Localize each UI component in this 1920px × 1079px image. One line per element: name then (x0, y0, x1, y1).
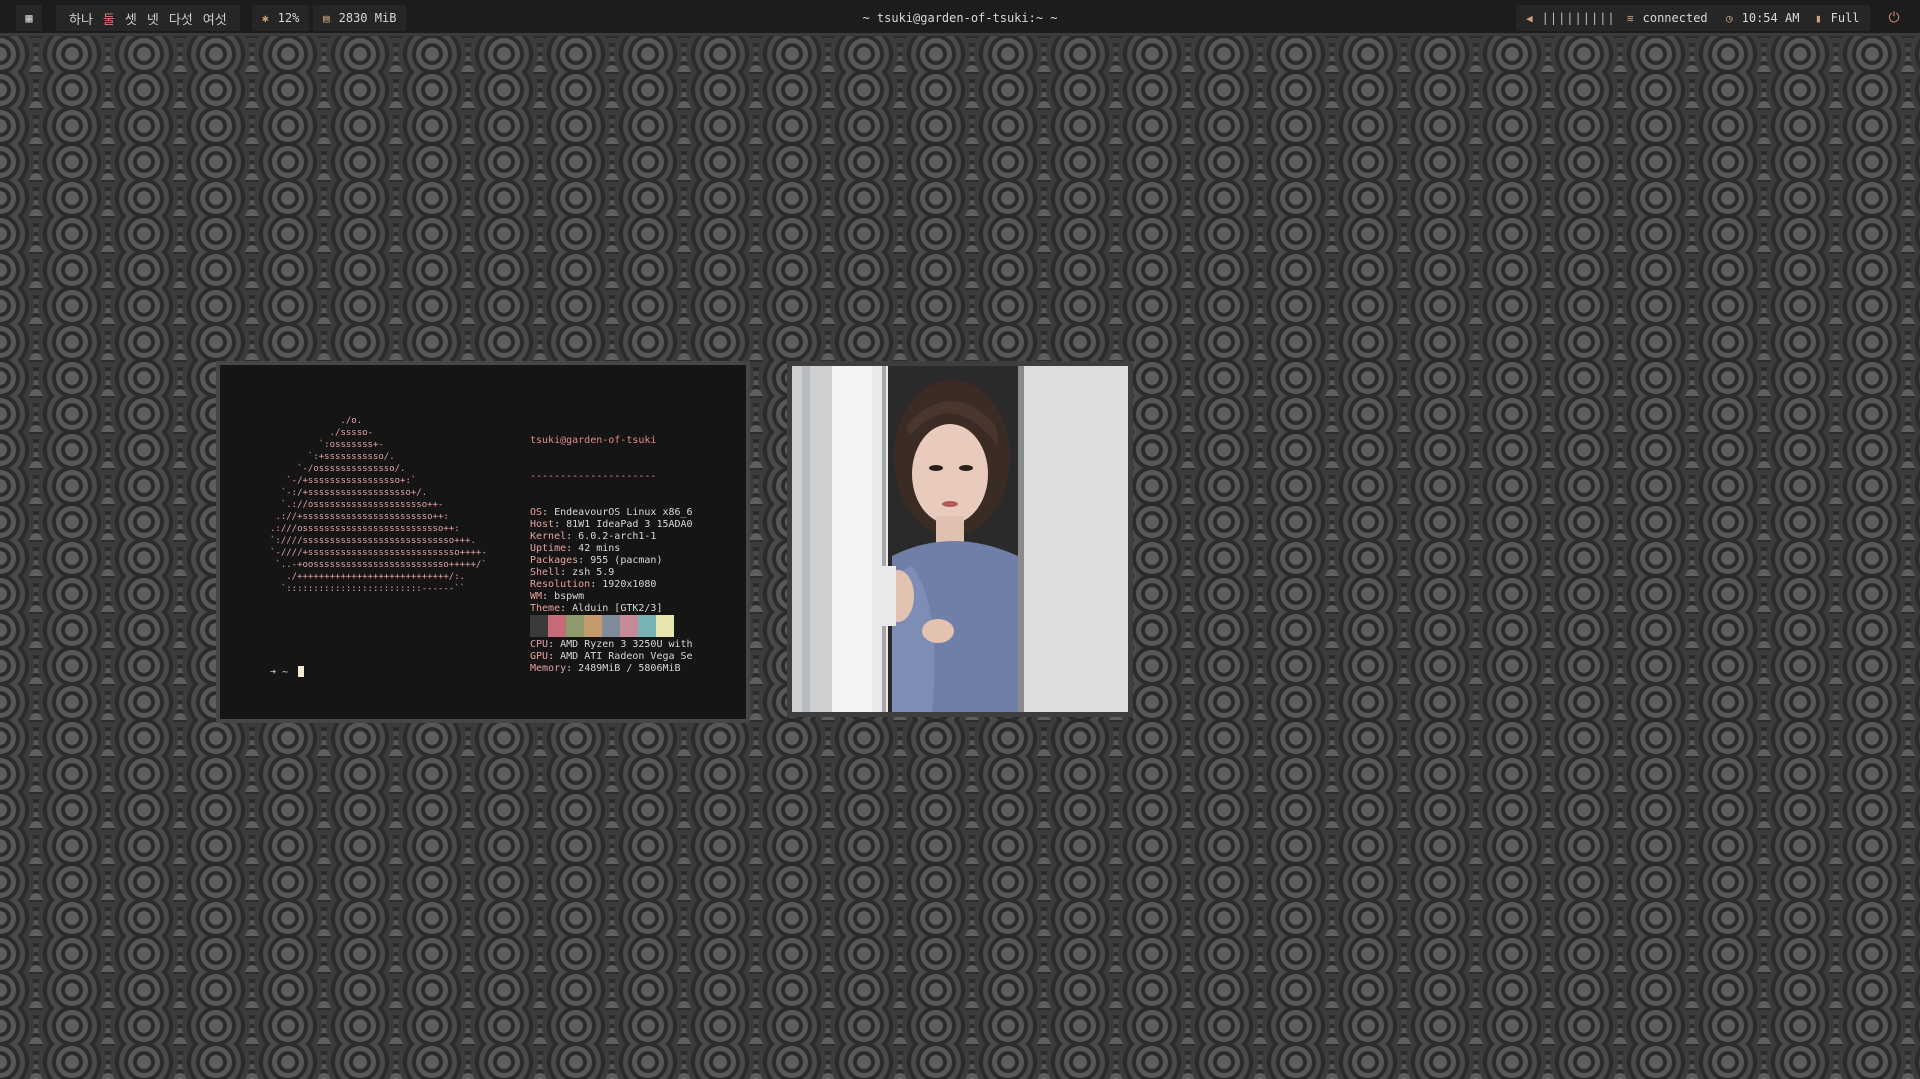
info-row: Memory: 2489MiB / 5806MiB (530, 663, 681, 674)
info-key: Kernel (530, 531, 567, 542)
wifi-icon: ≋ (1627, 11, 1634, 25)
info-separator: --------------------- (530, 471, 657, 482)
battery-status: Full (1830, 11, 1860, 25)
info-row: OS: EndeavourOS Linux x86_6 (530, 507, 693, 518)
prompt-dir: ~ (282, 667, 289, 678)
info-value: 2489MiB / 5806MiB (578, 663, 681, 674)
palette-swatch (584, 615, 602, 637)
volume-bars: |||||||||| (1541, 11, 1624, 25)
palette-swatch (638, 615, 656, 637)
clock-module[interactable]: ◷ 10:54 AM (1716, 5, 1810, 31)
info-rows: OS: EndeavourOS Linux x86_6 Host: 81W1 Id… (530, 507, 693, 675)
memory-icon: ▤ (323, 11, 330, 25)
photo (792, 366, 1128, 712)
workspace-switcher: 하나 둘 셋 넷 다섯 여섯 (56, 5, 240, 31)
info-row: GPU: AMD ATI Radeon Vega Se (530, 651, 693, 662)
info-key: CPU (530, 639, 549, 650)
desktop: ▦ 하나 둘 셋 넷 다섯 여섯 ✱ 12% ▤ 2830 MiB ~ tsuk… (0, 0, 1920, 1079)
info-row: Resolution: 1920x1080 (530, 579, 657, 590)
clock-time: 10:54 AM (1741, 11, 1800, 25)
info-row: Uptime: 42 mins (530, 543, 621, 554)
info-key: GPU (530, 651, 549, 662)
window-title: ~ tsuki@garden-of-tsuki:~ ~ (862, 11, 1058, 25)
cpu-module: ✱ 12% (252, 5, 310, 31)
workspace-6[interactable]: 여섯 (203, 9, 227, 28)
palette-swatch (530, 615, 548, 637)
workspace-3[interactable]: 셋 (125, 9, 137, 28)
cpu-value: 12% (277, 11, 300, 25)
memory-module: ▤ 2830 MiB (313, 5, 407, 31)
shell-prompt[interactable]: ➜ ~ (270, 666, 305, 679)
info-value: 955 (pacman) (590, 555, 663, 566)
info-value: EndeavourOS Linux x86_6 (554, 507, 693, 518)
network-status: connected (1642, 11, 1708, 25)
neofetch-info: tsuki@garden-of-tsuki ------------------… (530, 411, 693, 699)
info-key: Resolution (530, 579, 591, 590)
workspace-5[interactable]: 다섯 (169, 9, 193, 28)
image-viewer-window[interactable] (787, 361, 1133, 717)
info-key: WM (530, 591, 543, 602)
info-key: Host (530, 519, 555, 530)
status-bar: ▦ 하나 둘 셋 넷 다섯 여섯 ✱ 12% ▤ 2830 MiB ~ tsuk… (0, 0, 1920, 36)
info-row: Packages: 955 (pacman) (530, 555, 663, 566)
volume-icon: ◀ (1526, 11, 1533, 25)
grid-icon: ▦ (25, 11, 33, 25)
info-row: Kernel: 6.0.2-arch1-1 (530, 531, 657, 542)
terminal-window[interactable]: ./o. ./sssso- `:osssssss+- `:+ssssssssss… (216, 361, 750, 723)
workspace-4[interactable]: 넷 (147, 9, 159, 28)
info-value: 81W1 IdeaPad 3 15ADA0 (566, 519, 693, 530)
info-key: Shell (530, 567, 561, 578)
memory-value: 2830 MiB (338, 11, 397, 25)
app-launcher-button[interactable]: ▦ (16, 5, 42, 31)
info-value: 42 mins (578, 543, 621, 554)
info-key: Theme (530, 603, 561, 614)
power-button[interactable]: ⏻ (1880, 5, 1908, 31)
info-value: Alduin [GTK2/3] (572, 603, 663, 614)
network-module[interactable]: ≋ connected (1617, 5, 1718, 31)
palette-swatch (548, 615, 566, 637)
palette-swatch (602, 615, 620, 637)
power-icon: ⏻ (1888, 10, 1900, 26)
clock-icon: ◷ (1726, 11, 1733, 25)
info-key: OS (530, 507, 543, 518)
info-value: bspwm (554, 591, 585, 602)
prompt-arrow: ➜ (270, 667, 277, 678)
palette-swatch (656, 615, 674, 637)
cpu-icon: ✱ (262, 11, 269, 25)
battery-module: ▮ Full (1805, 5, 1870, 31)
info-key: Uptime (530, 543, 567, 554)
info-row: CPU: AMD Ryzen 3 3250U with (530, 639, 693, 650)
info-row: Host: 81W1 IdeaPad 3 15ADA0 (530, 519, 693, 530)
info-value: 1920x1080 (602, 579, 657, 590)
info-row: Shell: zsh 5.9 (530, 567, 615, 578)
user-host: tsuki@garden-of-tsuki (530, 435, 657, 446)
distro-ascii-logo: ./o. ./sssso- `:osssssss+- `:+ssssssssss… (270, 416, 487, 594)
info-row: WM: bspwm (530, 591, 585, 602)
info-row: Theme: Alduin [GTK2/3] (530, 603, 663, 614)
info-value: AMD ATI Radeon Vega Se (560, 651, 693, 662)
workspace-2[interactable]: 둘 (103, 9, 115, 28)
palette-swatch (620, 615, 638, 637)
color-palette (530, 615, 674, 637)
info-value: 6.0.2-arch1-1 (578, 531, 657, 542)
workspace-1[interactable]: 하나 (69, 9, 93, 28)
battery-icon: ▮ (1815, 11, 1822, 25)
info-value: zsh 5.9 (572, 567, 615, 578)
palette-swatch (566, 615, 584, 637)
info-key: Packages (530, 555, 579, 566)
text-cursor (298, 666, 305, 677)
info-value: AMD Ryzen 3 3250U with (560, 639, 693, 650)
info-key: Memory (530, 663, 567, 674)
